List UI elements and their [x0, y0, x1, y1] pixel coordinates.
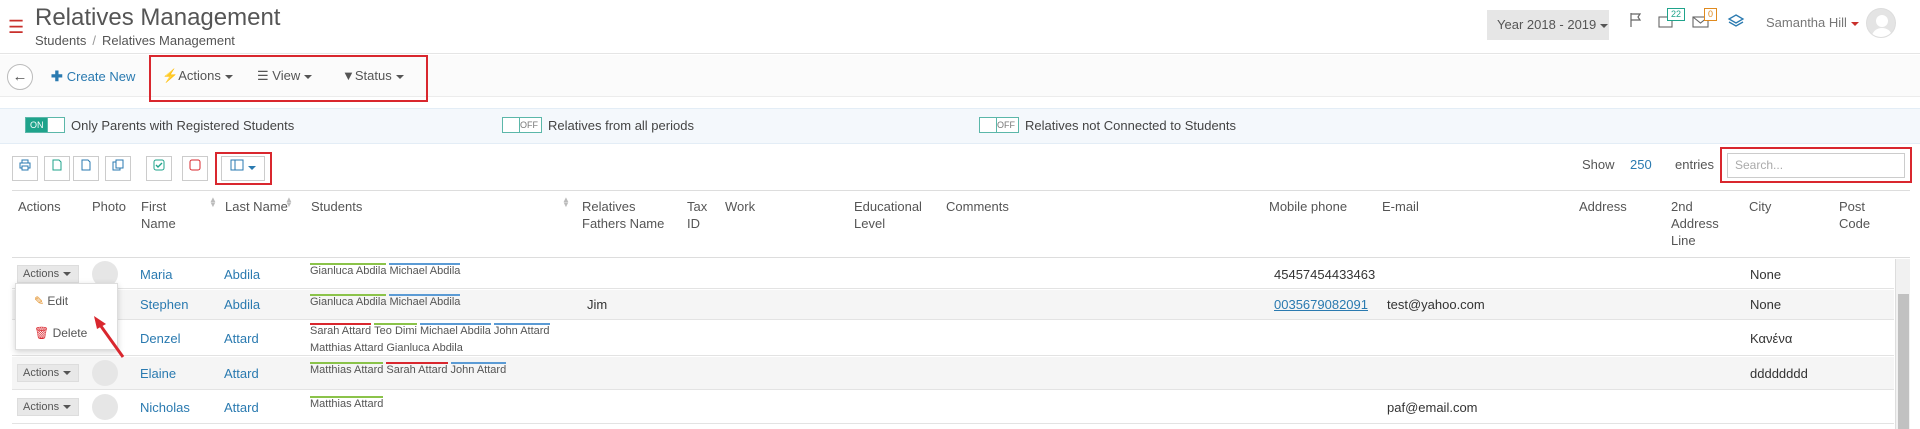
avatar: [92, 394, 118, 420]
email: test@yahoo.com: [1387, 297, 1485, 312]
breadcrumb-current: Relatives Management: [101, 33, 235, 48]
col-students[interactable]: Students: [311, 198, 362, 215]
row-actions-button[interactable]: Actions: [17, 364, 79, 382]
email: paf@email.com: [1387, 400, 1478, 415]
sort-icon[interactable]: ▲ ▼: [562, 196, 570, 209]
pencil-icon: ✎: [34, 294, 45, 308]
students-list: Gianluca Abdila Michael Abdila: [310, 263, 461, 277]
col-last-name[interactable]: Last Name: [225, 198, 288, 215]
col-mobile-phone[interactable]: Mobile phone: [1269, 198, 1347, 215]
first-name[interactable]: Maria: [140, 267, 173, 282]
sort-icon[interactable]: ▲ ▼: [209, 196, 217, 209]
back-arrow-icon[interactable]: ←: [7, 64, 33, 90]
export-excel-icon[interactable]: [44, 156, 70, 181]
table-header: Actions Photo First Name ▲ ▼ Last Name ▲ ▼…: [12, 190, 1910, 258]
filter-bar: ON Only Parents with Registered Students…: [0, 108, 1920, 144]
col-photo[interactable]: Photo: [92, 198, 126, 215]
entries-label: entries: [1675, 157, 1715, 172]
print-icon[interactable]: [12, 156, 38, 181]
hamburger-menu-icon[interactable]: ☰: [8, 18, 24, 36]
col-actions[interactable]: Actions: [18, 198, 61, 215]
edit-menu-item[interactable]: ✎ Edit: [34, 294, 68, 308]
students-list: Gianluca Abdila Michael Abdila: [310, 294, 461, 308]
delete-menu-item[interactable]: 🗑 Delete: [34, 326, 87, 340]
copy-icon[interactable]: [105, 156, 131, 181]
col-work[interactable]: Work: [725, 198, 755, 215]
user-menu[interactable]: Samantha Hill: [1766, 15, 1859, 30]
students-list: Matthias Attard Sarah Attard John Attard: [310, 362, 507, 376]
col-educational-level[interactable]: Educational Level: [854, 198, 934, 232]
create-new-button[interactable]: ✚ Create New: [51, 68, 135, 85]
row-actions-button[interactable]: Actions: [17, 265, 79, 283]
toggle-registered-students[interactable]: ON: [25, 117, 65, 133]
col-comments[interactable]: Comments: [946, 198, 1009, 215]
table-row: Actions Elaine Attard Matthias Attard Sar…: [12, 357, 1894, 390]
last-name[interactable]: Abdila: [224, 297, 260, 312]
breadcrumb-students[interactable]: Students: [35, 33, 86, 48]
highlight-toolbar-menus: [149, 55, 428, 102]
select-all-icon[interactable]: [146, 156, 172, 181]
col-fathers-name[interactable]: Relatives Fathers Name: [582, 198, 672, 232]
year-selector[interactable]: Year 2018 - 2019: [1487, 10, 1609, 40]
scrollbar-thumb[interactable]: [1898, 294, 1909, 429]
first-name[interactable]: Stephen: [140, 297, 188, 312]
first-name[interactable]: Elaine: [140, 366, 176, 381]
table-row: Actions Nicholas Attard Matthias Attard …: [12, 391, 1894, 424]
highlight-column-visibility: [215, 152, 272, 185]
mobile-phone-link[interactable]: 0035679082091: [1274, 297, 1368, 312]
breadcrumb: Students / Relatives Management: [35, 33, 235, 48]
students-list: Sarah Attard Teo Dimi Michael Abdila John A…: [310, 323, 550, 337]
export-csv-icon[interactable]: [73, 156, 99, 181]
table-row: Actions Maria Abdila Gianluca Abdila Mich…: [12, 259, 1894, 289]
user-avatar[interactable]: [1866, 8, 1896, 38]
last-name[interactable]: Attard: [224, 366, 259, 381]
layers-icon[interactable]: [1727, 12, 1745, 33]
avatar: [92, 360, 118, 386]
last-name[interactable]: Attard: [224, 400, 259, 415]
filter-label-all-periods: Relatives from all periods: [548, 118, 694, 133]
city: dddddddd: [1750, 366, 1808, 381]
last-name[interactable]: Attard: [224, 331, 259, 346]
toggle-not-connected[interactable]: OFF: [979, 117, 1019, 133]
col-address[interactable]: Address: [1579, 198, 1627, 215]
entries-count-select[interactable]: 250: [1630, 157, 1652, 172]
table-row: Stephen Abdila Gianluca Abdila Michael Ab…: [12, 290, 1894, 320]
messages-count: 0: [1704, 8, 1718, 21]
fathers-name: Jim: [587, 297, 608, 312]
flag-icon[interactable]: [1628, 12, 1644, 31]
col-post-code[interactable]: Post Code: [1839, 198, 1879, 232]
filter-label-not-connected: Relatives not Connected to Students: [1025, 118, 1237, 133]
col-city[interactable]: City: [1749, 198, 1771, 215]
students-list: Matthias Attard: [310, 396, 384, 410]
notifications-icon[interactable]: 22: [1657, 8, 1686, 33]
col-email[interactable]: E-mail: [1382, 198, 1419, 215]
highlight-search: [1720, 147, 1912, 183]
messages-icon[interactable]: 0: [1692, 8, 1718, 33]
col-tax-id[interactable]: Tax ID: [687, 198, 717, 232]
toggle-all-periods[interactable]: OFF: [502, 117, 542, 133]
table-scrollbar[interactable]: [1895, 259, 1910, 429]
table-row: Denzel Attard Sarah Attard Teo Dimi Michae…: [12, 321, 1894, 356]
city: None: [1750, 297, 1782, 312]
top-header: ☰ Relatives Management Students / Relative…: [0, 0, 1920, 54]
col-2nd-address[interactable]: 2nd Address Line: [1671, 198, 1731, 249]
first-name[interactable]: Denzel: [140, 331, 180, 346]
deselect-all-icon[interactable]: [182, 156, 208, 181]
page-title: Relatives Management: [35, 4, 281, 31]
mobile-phone: 45457454433463: [1274, 267, 1376, 282]
sort-icon[interactable]: ▲ ▼: [285, 196, 293, 209]
trash-icon: 🗑: [34, 326, 50, 340]
col-first-name[interactable]: First Name: [141, 198, 191, 232]
filter-label-registered: Only Parents with Registered Students: [71, 118, 295, 133]
last-name[interactable]: Abdila: [224, 267, 260, 282]
red-arrow-annotation: [94, 316, 125, 358]
row-actions-button[interactable]: Actions: [17, 398, 79, 416]
city: None: [1750, 267, 1782, 282]
notifications-count: 22: [1667, 8, 1686, 21]
city: Κανένα: [1750, 331, 1793, 346]
students-list: Matthias Attard Gianluca Abdila: [310, 340, 463, 354]
show-label: Show: [1582, 157, 1615, 172]
first-name[interactable]: Nicholas: [140, 400, 190, 415]
